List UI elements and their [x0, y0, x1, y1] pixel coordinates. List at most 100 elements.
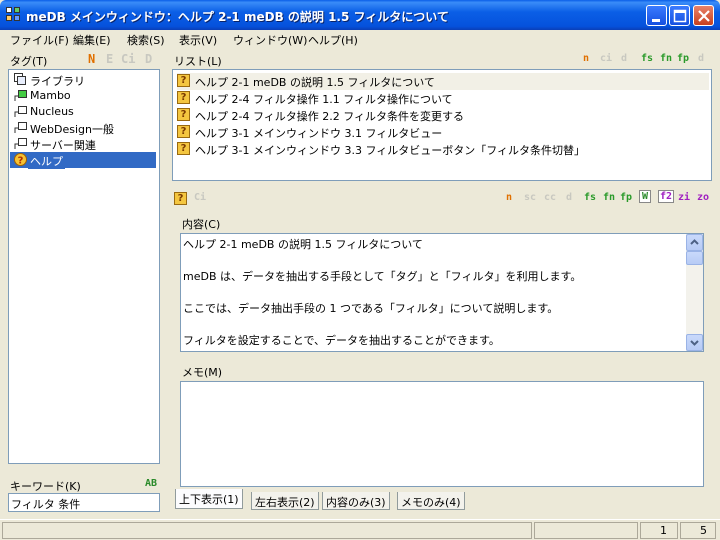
- delete-entry-icon[interactable]: d: [621, 53, 627, 64]
- tag-item-library[interactable]: ライブラリ: [10, 72, 156, 88]
- tag-tree[interactable]: ライブラリ Mambo Nucleus WebDesign一般 サーバー関連 ?…: [8, 69, 160, 464]
- content-line: [183, 253, 581, 269]
- help-icon: ?: [14, 153, 27, 166]
- zoom-in-icon[interactable]: zi: [678, 192, 690, 203]
- filter-set-icon[interactable]: fs: [584, 192, 596, 203]
- tag-item-server[interactable]: サーバー関連: [10, 136, 156, 152]
- entry-list[interactable]: ? ヘルプ 2-1 meDB の説明 1.5 フィルタについて ? ヘルプ 2-…: [172, 69, 712, 181]
- title-bar[interactable]: meDB メインウィンドウ：ヘルプ 2-1 meDB の説明 1.5 フィルタに…: [0, 0, 720, 30]
- tab-content-only[interactable]: 内容のみ(3): [322, 492, 390, 510]
- copy-icon[interactable]: Ci: [194, 192, 206, 203]
- keyword-mode-icon[interactable]: AB: [145, 478, 157, 489]
- entry-type-icon[interactable]: ?: [174, 192, 187, 205]
- help-entry-icon: ?: [177, 142, 190, 155]
- help-entry-icon: ?: [177, 108, 190, 121]
- chevron-down-icon: [690, 340, 699, 346]
- scroll-thumb[interactable]: [686, 251, 703, 265]
- tab-memo-only[interactable]: メモのみ(4): [397, 492, 465, 510]
- tag-item-label: WebDesign一般: [30, 123, 114, 136]
- help-entry-icon: ?: [177, 91, 190, 104]
- menu-edit[interactable]: 編集(E): [73, 32, 111, 48]
- tag-icon: [14, 122, 27, 133]
- status-current-cell: 1: [640, 522, 678, 539]
- copy-entry-icon[interactable]: ci: [600, 53, 612, 64]
- filter-delete-icon[interactable]: d: [698, 53, 704, 64]
- list-item-label: ヘルプ 2-1 meDB の説明 1.5 フィルタについて: [195, 76, 435, 89]
- tab-horizontal[interactable]: 左右表示(2): [251, 492, 319, 510]
- delete-icon[interactable]: d: [566, 192, 572, 203]
- tag-item-webdesign[interactable]: WebDesign一般: [10, 120, 156, 136]
- library-icon: [14, 73, 26, 85]
- tag-item-label: Nucleus: [30, 105, 74, 118]
- delete-tag-icon[interactable]: D: [145, 52, 152, 66]
- content-line: ヘルプ 2-1 meDB の説明 1.5 フィルタについて: [183, 238, 423, 251]
- scroll-up-button[interactable]: [686, 234, 703, 251]
- tag-item-nucleus[interactable]: Nucleus: [10, 104, 156, 120]
- scroll-down-button[interactable]: [686, 334, 703, 351]
- tag-item-help[interactable]: ? ヘルプ: [10, 152, 156, 169]
- copy-tag-icon[interactable]: Ci: [121, 52, 135, 66]
- cancel-copy-icon[interactable]: cc: [544, 192, 556, 203]
- content-label: 内容(C): [182, 218, 221, 231]
- status-message: [2, 522, 532, 539]
- list-pane-label: リスト(L): [174, 55, 222, 68]
- svg-text:?: ?: [18, 156, 24, 167]
- menu-bar: ファイル(F) 編集(E) 検索(S) 表示(V) ウィンドウ(W) ヘルプ(H…: [0, 30, 720, 48]
- keyword-header: キーワード(K) AB: [8, 476, 160, 493]
- content-line: ここでは、データ抽出手段の 1 つである「フィルタ」について説明します。: [183, 302, 559, 315]
- menu-file[interactable]: ファイル(F): [10, 32, 69, 48]
- new-entry-icon[interactable]: n: [583, 53, 589, 64]
- chevron-up-icon: [690, 239, 699, 245]
- filter-set-icon[interactable]: fs: [641, 53, 653, 64]
- tag-icon: [14, 90, 27, 101]
- menu-view[interactable]: 表示(V): [179, 32, 217, 48]
- content-textarea[interactable]: ヘルプ 2-1 meDB の説明 1.5 フィルタについて meDB は、データ…: [180, 233, 704, 352]
- list-item-label: ヘルプ 3-1 メインウィンドウ 3.3 フィルタビューボタン「フィルタ条件切替…: [195, 144, 586, 157]
- tag-pane-label: タグ(T): [10, 55, 48, 68]
- new-tag-icon[interactable]: N: [88, 52, 95, 66]
- close-button[interactable]: [693, 5, 714, 26]
- tab-vertical[interactable]: 上下表示(1): [175, 489, 243, 509]
- window-title: meDB メインウィンドウ：ヘルプ 2-1 meDB の説明 1.5 フィルタに…: [26, 10, 449, 24]
- maximize-icon: [673, 9, 687, 23]
- menu-search[interactable]: 検索(S): [127, 32, 165, 48]
- content-line: meDB は、データを抽出する手段として「タグ」と「フィルタ」を利用します。: [183, 270, 582, 283]
- tag-item-label: ヘルプ: [28, 153, 65, 169]
- list-item-label: ヘルプ 2-4 フィルタ操作 2.2 フィルタ条件を変更する: [195, 110, 465, 123]
- tag-item-mambo[interactable]: Mambo: [10, 88, 156, 104]
- new-icon[interactable]: n: [506, 192, 512, 203]
- memo-label: メモ(M): [182, 366, 223, 379]
- filter-prev-icon[interactable]: fp: [620, 192, 632, 203]
- tag-icon: [14, 106, 27, 117]
- font-size-icon[interactable]: f2: [658, 190, 675, 203]
- filter-prev-icon[interactable]: fp: [677, 53, 689, 64]
- zoom-out-icon[interactable]: zo: [697, 192, 709, 203]
- tag-icon: [14, 138, 27, 149]
- edit-tag-icon[interactable]: E: [106, 52, 113, 66]
- list-item-label: ヘルプ 3-1 メインウィンドウ 3.1 フィルタビュー: [195, 127, 443, 140]
- memo-textarea[interactable]: [180, 381, 704, 487]
- status-total-count: 5: [700, 524, 707, 537]
- wrap-toggle-icon[interactable]: W: [639, 190, 652, 203]
- tag-item-label: サーバー関連: [30, 139, 96, 152]
- status-field: [534, 522, 638, 539]
- help-entry-icon: ?: [177, 125, 190, 138]
- status-bar: 1 5: [0, 519, 720, 540]
- app-icon: [6, 7, 22, 23]
- filter-next-icon[interactable]: fn: [603, 192, 615, 203]
- tag-item-label: ライブラリ: [30, 75, 85, 88]
- maximize-button[interactable]: [669, 5, 690, 26]
- tag-pane-header: タグ(T) N E Ci D: [8, 51, 160, 68]
- content-scrollbar[interactable]: [686, 234, 703, 351]
- content-line: [183, 317, 581, 333]
- save-copy-icon[interactable]: sc: [524, 192, 536, 203]
- minimize-icon: [652, 19, 660, 22]
- filter-next-icon[interactable]: fn: [660, 53, 672, 64]
- minimize-button[interactable]: [646, 5, 667, 26]
- menu-window[interactable]: ウィンドウ(W): [233, 32, 307, 48]
- menu-help[interactable]: ヘルプ(H): [308, 32, 358, 48]
- list-item[interactable]: ? ヘルプ 2-1 meDB の説明 1.5 フィルタについて: [177, 73, 709, 90]
- content-line: フィルタを設定することで、データを抽出することができます。: [183, 334, 500, 347]
- keyword-input[interactable]: フィルタ 条件: [8, 493, 160, 512]
- help-entry-icon: ?: [177, 74, 190, 87]
